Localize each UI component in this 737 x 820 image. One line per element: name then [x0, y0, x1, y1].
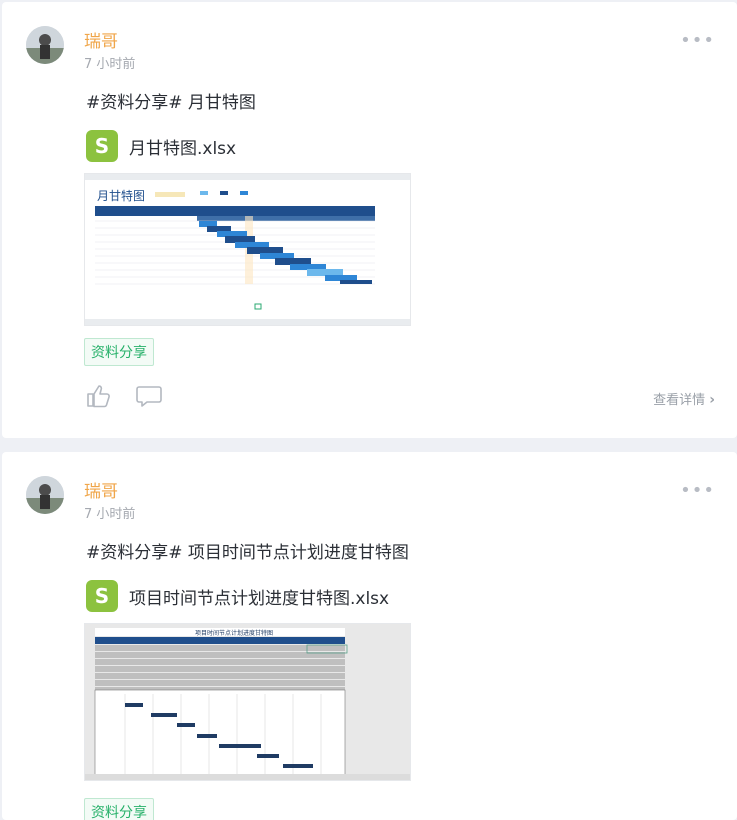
post-title[interactable]: #资料分享# 项目时间节点计划进度甘特图	[86, 538, 409, 563]
post-title[interactable]: #资料分享# 月甘特图	[86, 88, 256, 113]
topic-tag[interactable]: 资料分享	[84, 338, 154, 366]
author-name[interactable]: 瑞哥	[84, 27, 118, 52]
post-time: 7 小时前	[84, 57, 136, 72]
thumb-title: 月甘特图	[97, 188, 145, 203]
spreadsheet-file-icon[interactable]: S	[86, 130, 118, 162]
thumbs-up-icon[interactable]	[86, 384, 112, 408]
chevron-right-icon: ›	[709, 392, 715, 408]
file-name-link[interactable]: 项目时间节点计划进度甘特图.xlsx	[129, 584, 389, 609]
more-dots-icon[interactable]: •••	[680, 30, 715, 51]
more-dots-icon[interactable]: •••	[680, 480, 715, 501]
avatar[interactable]	[26, 476, 64, 514]
file-name-link[interactable]: 月甘特图.xlsx	[129, 134, 236, 159]
post-card: 瑞哥 7 小时前 ••• #资料分享# 月甘特图 S 月甘特图.xlsx 月甘特…	[2, 2, 737, 438]
topic-tag[interactable]: 资料分享	[84, 798, 154, 820]
thumb-title: 项目时间节点计划进度甘特图	[195, 629, 273, 637]
file-preview-image[interactable]: 月甘特图	[84, 173, 411, 326]
file-preview-image[interactable]: 项目时间节点计划进度甘特图	[84, 623, 411, 781]
view-details-link[interactable]: 查看详情 ›	[653, 389, 715, 408]
author-name[interactable]: 瑞哥	[84, 477, 118, 502]
view-details-label: 查看详情	[653, 393, 706, 408]
post-time: 7 小时前	[84, 507, 136, 522]
post-card: 瑞哥 7 小时前 ••• #资料分享# 项目时间节点计划进度甘特图 S 项目时间…	[2, 452, 737, 820]
spreadsheet-file-icon[interactable]: S	[86, 580, 118, 612]
comment-icon[interactable]	[136, 384, 162, 408]
avatar[interactable]	[26, 26, 64, 64]
